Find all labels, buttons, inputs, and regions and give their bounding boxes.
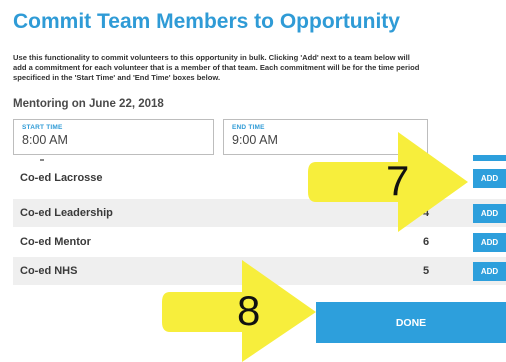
team-member-count: 5 (422, 265, 430, 277)
start-time-field[interactable]: START TIME 8:00 AM (13, 119, 214, 155)
callout-number-8: 8 (237, 287, 261, 334)
team-name: Co-ed NHS (20, 265, 78, 277)
scrolled-row-edge (40, 159, 44, 161)
team-name: Co-ed Lacrosse (20, 172, 103, 184)
add-team-button[interactable]: ADD (473, 262, 506, 281)
start-time-value[interactable]: 8:00 AM (22, 133, 213, 147)
team-name: Co-ed Mentor (20, 236, 91, 248)
callout-number-7: 7 (386, 157, 410, 204)
done-button[interactable]: DONE (316, 302, 506, 343)
event-heading: Mentoring on June 22, 2018 (13, 98, 164, 110)
partial-add-button[interactable] (473, 155, 506, 161)
add-team-button[interactable]: ADD (473, 169, 506, 188)
add-team-button[interactable]: ADD (473, 204, 506, 223)
page-title: Commit Team Members to Opportunity (13, 10, 400, 33)
team-name: Co-ed Leadership (20, 207, 113, 219)
start-time-label: START TIME (22, 124, 63, 131)
page-description: Use this functionality to commit volunte… (13, 53, 420, 82)
add-team-button[interactable]: ADD (473, 233, 506, 252)
